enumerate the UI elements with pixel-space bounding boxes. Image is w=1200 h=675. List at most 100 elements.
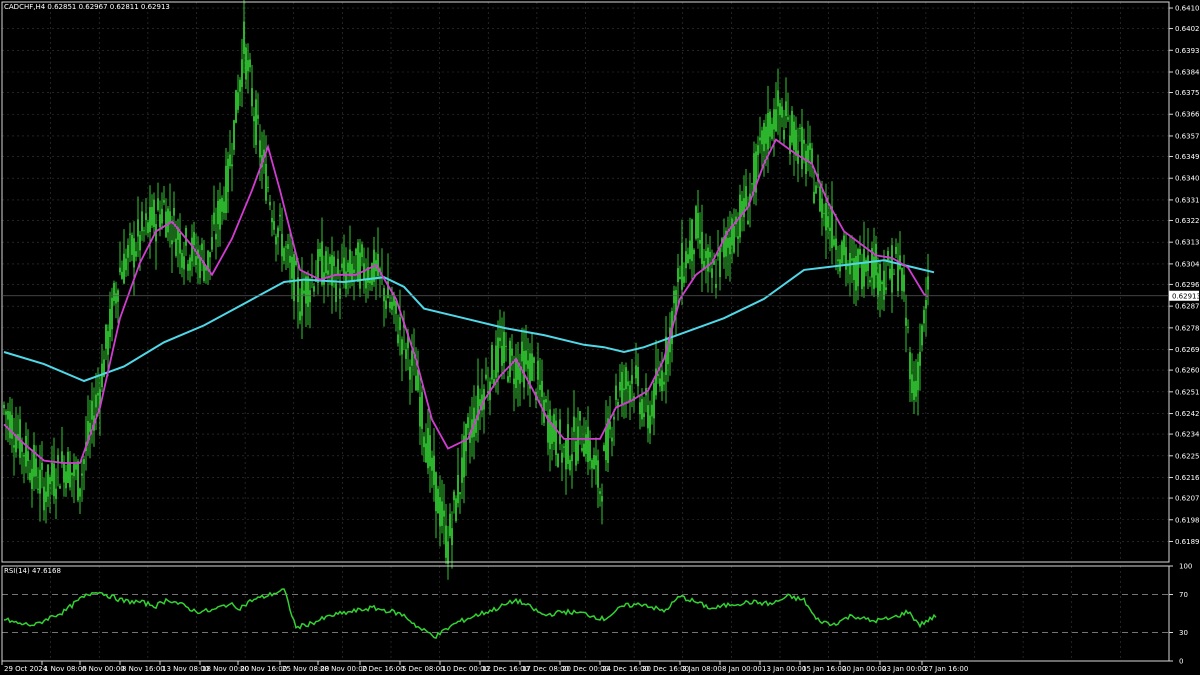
rsi-axis: 100 70 30 0	[1169, 563, 1192, 666]
candle-body	[461, 457, 463, 483]
candle-body	[639, 402, 641, 415]
candle-body	[505, 345, 507, 347]
rsi-line	[3, 588, 937, 640]
candle-body	[567, 424, 569, 464]
candle-body	[641, 399, 643, 420]
candle-body	[533, 357, 535, 363]
candle-body	[863, 249, 865, 287]
candle-body	[457, 474, 459, 504]
candle-body	[65, 471, 67, 489]
candle-body	[447, 541, 449, 564]
candle-body	[123, 253, 125, 284]
candle-body	[649, 415, 651, 434]
candle-body	[595, 455, 597, 466]
candle-body	[619, 381, 621, 391]
candle-body	[443, 510, 445, 517]
candle-body	[437, 488, 439, 514]
y-tick-label: 0.63310	[1175, 196, 1200, 204]
candle-body	[889, 268, 891, 279]
candle-body	[751, 183, 753, 185]
candle-body	[799, 128, 801, 129]
candle-body	[685, 251, 687, 269]
candle-body	[159, 214, 161, 228]
candle-body	[147, 222, 149, 234]
y-tick-label: 0.63225	[1175, 217, 1200, 225]
candle-body	[41, 462, 43, 470]
candle-body	[549, 409, 551, 450]
y-tick-label: 0.62690	[1175, 346, 1200, 354]
candle-body	[109, 308, 111, 337]
candle-body	[503, 331, 505, 364]
y-tick-label: 0.62160	[1175, 474, 1200, 482]
candle-body	[647, 405, 649, 429]
candle-body	[89, 422, 91, 432]
candle-body	[609, 421, 611, 430]
candle-body	[141, 211, 143, 232]
candle-body	[199, 257, 201, 278]
candle-body	[329, 256, 331, 264]
mt4-chart-window[interactable]: 0.64105 0.64020 0.63930 0.63840 0.63755 0.636…	[0, 0, 1200, 675]
candle-body	[821, 198, 823, 218]
candle-body	[51, 462, 53, 482]
candle-body	[287, 244, 289, 249]
y-tick-label: 0.63755	[1175, 89, 1200, 97]
candle-body	[169, 211, 171, 223]
candle-body	[683, 276, 685, 283]
chart-canvas[interactable]: 0.64105 0.64020 0.63930 0.63840 0.63755 0.636…	[0, 0, 1200, 675]
candle-body	[153, 199, 155, 228]
candle-body	[719, 247, 721, 278]
candle-body	[37, 488, 39, 490]
candle-body	[429, 435, 431, 467]
candle-body	[643, 413, 645, 418]
candle-body	[293, 254, 295, 302]
candle-body	[785, 101, 787, 117]
candle-body	[715, 284, 717, 288]
candle-body	[811, 148, 813, 165]
candle-body	[217, 200, 219, 225]
current-price-marker: 0.62913	[2, 290, 1200, 301]
moving-averages	[3, 138, 935, 464]
candle-body	[13, 445, 15, 448]
candle-body	[845, 247, 847, 270]
candle-body	[907, 327, 909, 329]
candle-body	[31, 468, 33, 489]
candle-body	[797, 150, 799, 164]
candle-body	[63, 463, 65, 483]
candle-body	[279, 214, 281, 217]
candle-body	[539, 384, 541, 390]
candle-body	[333, 256, 335, 266]
candle-body	[105, 324, 107, 349]
candle-body	[25, 435, 27, 467]
candle-body	[115, 293, 117, 304]
candle-body	[245, 47, 247, 80]
candle-body	[915, 380, 917, 397]
y-tick-label: 0.63045	[1175, 260, 1200, 268]
candle-body	[855, 255, 857, 291]
candle-body	[885, 287, 887, 290]
candle-body	[623, 388, 625, 391]
candle-body	[781, 106, 783, 118]
candle-body	[231, 164, 233, 167]
candle-body	[499, 337, 501, 342]
candle-body	[557, 454, 559, 467]
candle-body	[843, 235, 845, 256]
y-tick-label: 0.61895	[1175, 538, 1200, 546]
candle-body	[869, 280, 871, 283]
candle-body	[145, 213, 147, 221]
candle-body	[621, 371, 623, 405]
candle-body	[887, 250, 889, 261]
candle-body	[251, 88, 253, 107]
time-axis: 29 Oct 20241 Nov 08:006 Nov 00:008 Nov 1…	[1, 661, 968, 673]
x-tick-label: 20 Nov 16:00	[240, 665, 287, 673]
candle-body	[423, 436, 425, 448]
candle-body	[905, 317, 907, 326]
candle-body	[575, 441, 577, 466]
candle-body	[759, 137, 761, 141]
candle-body	[349, 249, 351, 277]
candle-body	[409, 366, 411, 380]
candle-body	[467, 417, 469, 428]
candle-body	[125, 258, 127, 271]
candle-body	[631, 375, 633, 384]
candle-body	[455, 498, 457, 521]
candle-body	[521, 341, 523, 362]
